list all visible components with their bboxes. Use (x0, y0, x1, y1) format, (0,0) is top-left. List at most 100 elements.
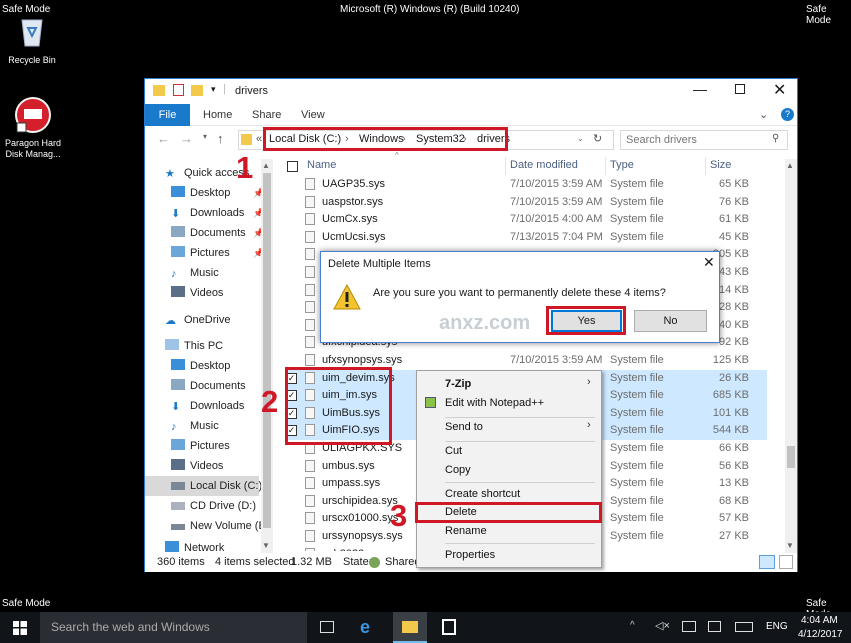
paragon-icon (15, 97, 51, 133)
annotation-box-3 (415, 502, 602, 523)
menu-7zip[interactable]: 7-Zip (417, 374, 601, 394)
table-row[interactable]: uaspstor.sys 7/10/2015 3:59 AM System file… (285, 194, 767, 212)
address-dropdown-icon[interactable]: ⌄ (577, 134, 584, 143)
recent-dropdown-icon[interactable]: ▾ (203, 132, 207, 141)
up-arrow-icon[interactable]: ↑ (217, 131, 224, 146)
close-button[interactable]: ✕ (773, 80, 786, 100)
network-tray-icon[interactable] (682, 621, 696, 632)
explorer-taskbar-button[interactable] (393, 612, 427, 643)
list-scroll-thumb[interactable] (787, 446, 795, 468)
search-input[interactable]: Search drivers (620, 130, 788, 150)
nav-pc-videos[interactable]: Videos (171, 456, 293, 476)
menu-edit-notepad[interactable]: Edit with Notepad++ (417, 393, 601, 413)
nav-documents[interactable]: Documents 📌 (171, 223, 293, 243)
table-row[interactable]: UcmCx.sys 7/10/2015 4:00 AM System file 61 … (285, 211, 767, 229)
nav-music[interactable]: ♪ Music (171, 263, 293, 283)
taskbar: Search the web and Windows e ^ ◁× ENG 4:… (0, 612, 851, 643)
no-button[interactable]: No (634, 310, 707, 332)
taskbar-search-box[interactable]: Search the web and Windows (40, 612, 307, 643)
nav-pc-pictures[interactable]: Pictures (171, 436, 293, 456)
column-type[interactable]: Type (610, 159, 634, 173)
language-indicator[interactable]: ENG (766, 621, 788, 632)
help-icon[interactable]: ? (781, 108, 794, 121)
system-file-icon (305, 530, 315, 542)
menu-rename[interactable]: Rename (417, 521, 601, 541)
windows-start-icon[interactable] (13, 621, 27, 635)
column-name[interactable]: Name (307, 159, 336, 173)
edge-icon[interactable]: e (360, 617, 370, 638)
desktop-icon (171, 186, 185, 197)
title-bar: ▾ | drivers — ✕ (145, 79, 797, 104)
keyboard-icon[interactable] (735, 622, 753, 632)
nav-videos[interactable]: Videos (171, 283, 293, 303)
drive-icon (171, 524, 185, 530)
file-size: 56 KB (719, 459, 749, 472)
file-type: System file (610, 354, 664, 366)
column-size[interactable]: Size (710, 159, 731, 173)
details-view-icon[interactable] (759, 555, 775, 569)
list-scrollbar[interactable]: ▲ ▼ (785, 159, 797, 553)
file-size: 27 KB (719, 530, 749, 542)
tray-chevron-icon[interactable]: ^ (630, 620, 635, 631)
file-size: 685 KB (712, 389, 749, 402)
table-row[interactable]: UAGP35.sys 7/10/2015 3:59 AM System file 65… (285, 176, 767, 194)
nav-pc-desktop[interactable]: Desktop (171, 356, 293, 376)
nav-scroll-thumb[interactable] (263, 173, 271, 528)
forward-arrow-icon[interactable]: → (180, 131, 193, 146)
system-file-icon (305, 195, 315, 208)
file-size: 68 KB (719, 494, 749, 507)
file-date: 7/10/2015 3:59 AM (510, 354, 603, 366)
file-size: 26 KB (719, 371, 749, 384)
menu-send-to[interactable]: Send to (417, 417, 601, 437)
volume-muted-icon[interactable]: ◁× (655, 619, 670, 632)
menu-create-shortcut[interactable]: Create shortcut (417, 484, 601, 504)
dialog-close-button[interactable]: ✕ (703, 254, 715, 271)
dialog-message: Are you sure you want to permanently del… (373, 287, 666, 299)
large-icons-view-icon[interactable] (779, 555, 793, 569)
file-type: System file (610, 178, 664, 190)
nav-downloads[interactable]: ⬇ Downloads 📌 (171, 203, 293, 223)
tab-home[interactable]: Home (203, 104, 232, 126)
clock-time[interactable]: 4:04 AM (801, 615, 838, 626)
menu-cut[interactable]: Cut (417, 441, 601, 461)
select-all-checkbox[interactable] (287, 161, 298, 175)
menu-copy[interactable]: Copy (417, 460, 601, 480)
store-icon[interactable] (442, 619, 456, 635)
refresh-icon[interactable]: ↻ (593, 132, 602, 145)
tab-view[interactable]: View (301, 104, 325, 126)
ribbon-expand-icon[interactable]: ⌄ (759, 108, 768, 121)
nav-cd-drive[interactable]: CD Drive (D:) (171, 496, 293, 516)
system-file-icon (305, 547, 315, 551)
nav-pc-music[interactable]: ♪ Music (171, 416, 293, 436)
address-overflow[interactable]: « (256, 133, 262, 145)
table-row[interactable]: UcmUcsi.sys 7/13/2015 7:04 PM System file 4… (285, 229, 767, 247)
back-arrow-icon[interactable]: ← (157, 131, 170, 146)
paragon-shortcut[interactable]: Paragon Hard Disk Manag... (0, 95, 68, 160)
nav-local-disk[interactable]: Local Disk (C:) (145, 476, 262, 496)
documents-icon (171, 379, 185, 390)
maximize-button[interactable] (735, 84, 745, 94)
nav-pictures[interactable]: Pictures 📌 (171, 243, 293, 263)
file-type: System file (610, 442, 664, 454)
state-label: State: (343, 556, 372, 568)
recycle-bin-shortcut[interactable]: Recycle Bin (0, 14, 67, 66)
action-center-icon[interactable] (708, 621, 721, 632)
tab-file[interactable]: File (145, 104, 190, 126)
nav-desktop[interactable]: Desktop 📌 (171, 183, 293, 203)
minimize-button[interactable]: — (693, 81, 707, 97)
properties-qa-icon[interactable] (173, 84, 184, 96)
drive-icon (171, 482, 185, 490)
qa-dropdown-icon[interactable]: ▾ (211, 84, 216, 95)
task-view-icon[interactable] (320, 621, 334, 633)
file-type: System file (610, 424, 664, 437)
menu-properties[interactable]: Properties (417, 545, 601, 565)
column-date[interactable]: Date modified (510, 159, 578, 173)
new-folder-qa-icon[interactable] (191, 85, 203, 96)
tab-share[interactable]: Share (252, 104, 281, 126)
nav-scrollbar[interactable]: ▲ ▼ (261, 159, 273, 553)
system-file-icon (305, 354, 315, 366)
nav-new-volume[interactable]: New Volume (E:) (171, 516, 293, 536)
videos-icon (171, 286, 185, 297)
clock-date[interactable]: 4/12/2017 (798, 629, 843, 640)
desktop-icon (171, 359, 185, 370)
